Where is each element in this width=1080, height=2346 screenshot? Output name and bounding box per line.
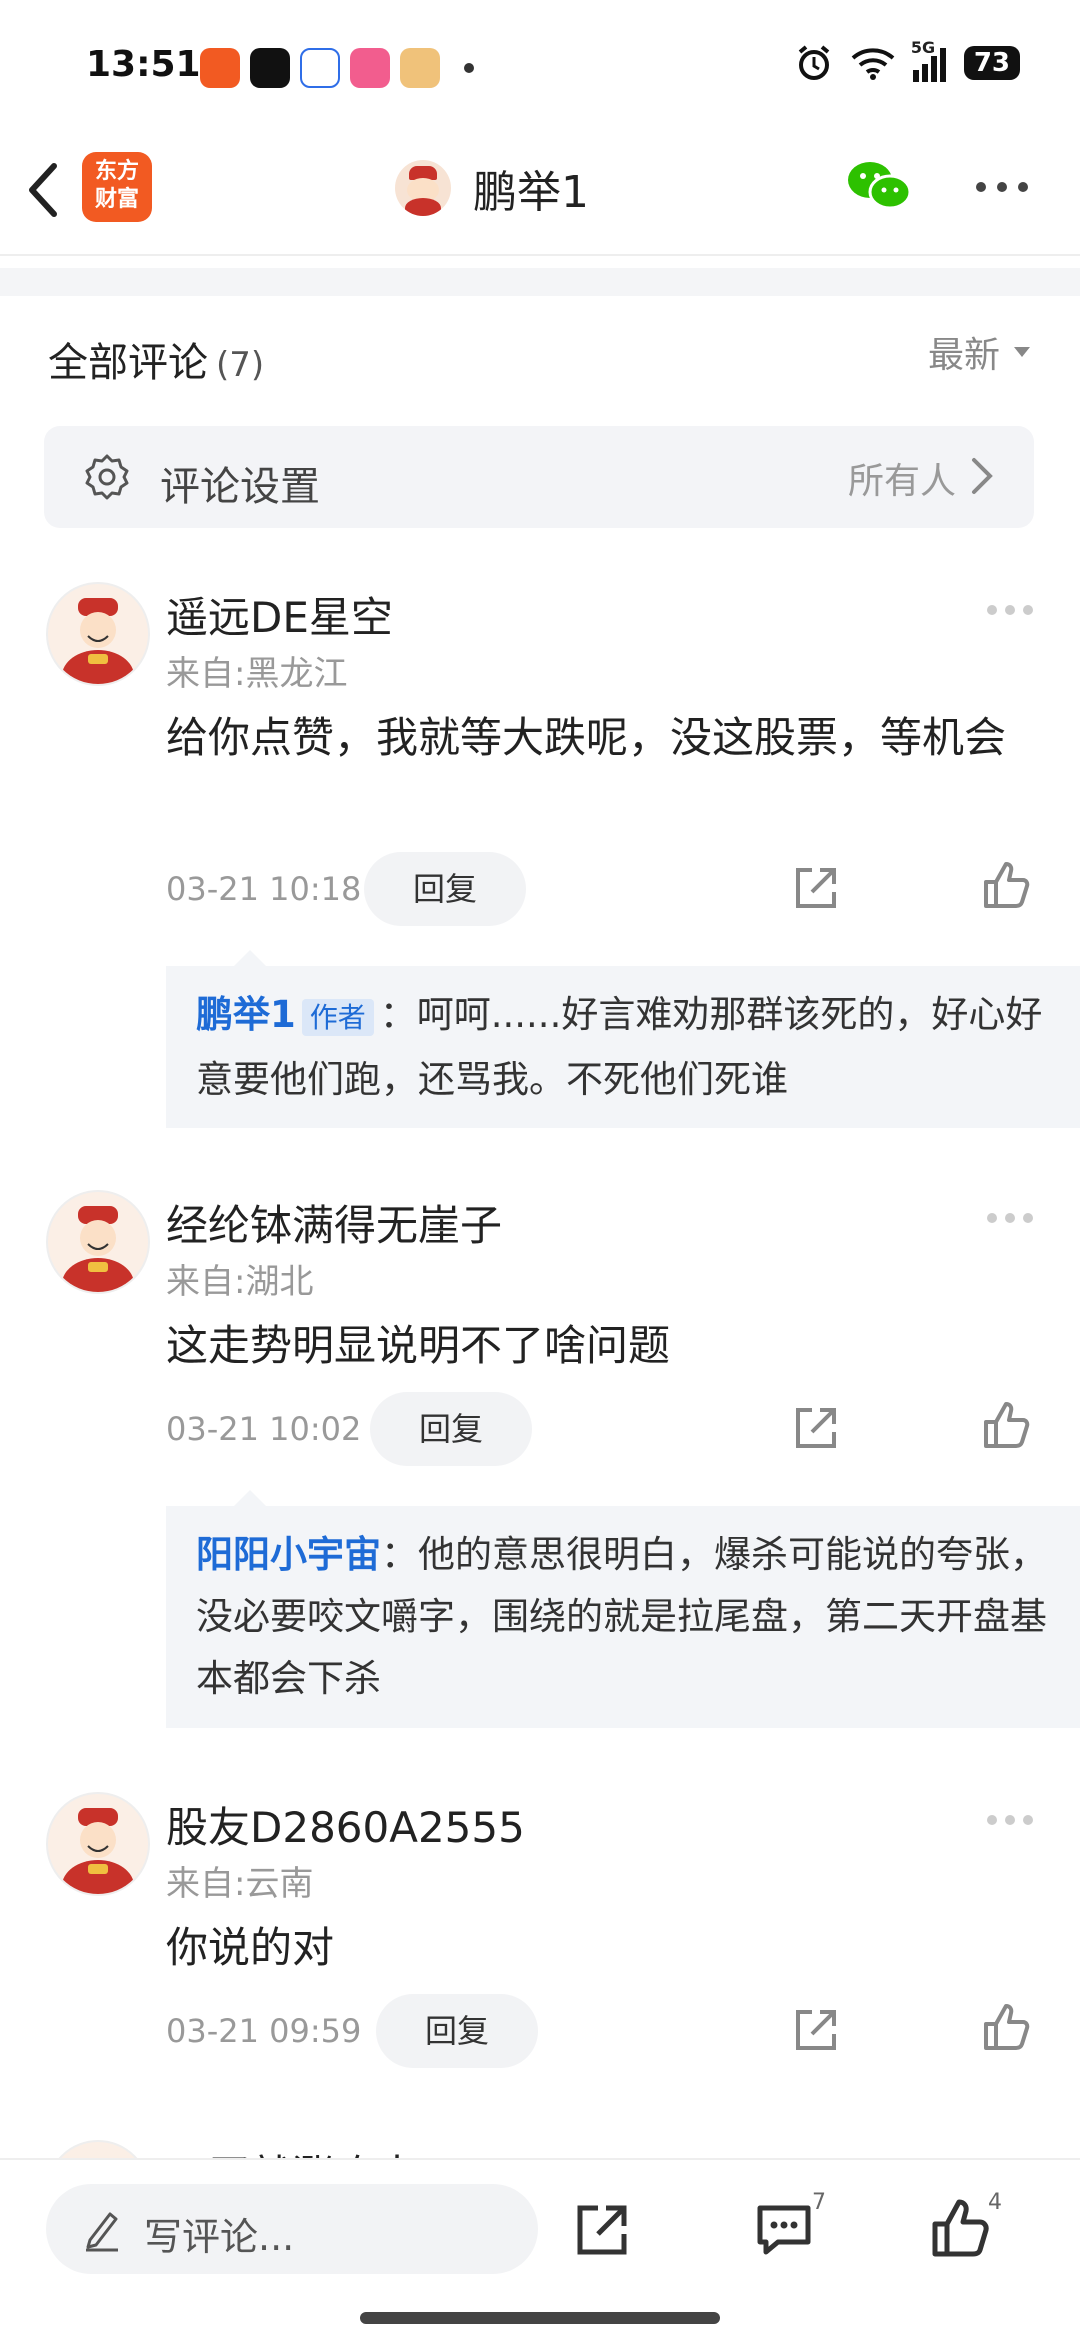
app-logo[interactable]: 东方 财富 <box>82 152 152 222</box>
god-of-wealth-avatar <box>62 1808 134 1894</box>
comment-more-icon[interactable] <box>986 604 1034 616</box>
comment-author-name[interactable]: 遥远DE星空 <box>166 584 393 645</box>
system-status: 5G 73 <box>795 38 1020 82</box>
signal-icon: 5G <box>911 38 946 82</box>
network-label: 5G <box>910 38 936 57</box>
sub-reply[interactable]: 鹏举1 作者 ：呵呵......好言难劝那群该死的，好心好意要他们跑，还骂我。不死他… <box>166 966 1080 1128</box>
alarm-icon <box>798 45 830 80</box>
back-arrow-icon[interactable] <box>22 160 62 220</box>
more-options-icon[interactable] <box>974 180 1030 194</box>
comments-title: 全部评论 <box>48 340 208 386</box>
comment-time: 03-21 10:02 <box>166 1410 362 1448</box>
section-divider <box>0 268 1080 296</box>
baidu-icon <box>300 48 340 88</box>
like-icon[interactable] <box>982 860 1030 910</box>
settings-label: 评论设置 <box>160 464 320 510</box>
reply-button[interactable]: 回复 <box>376 1994 538 2068</box>
write-comment-placeholder: 写评论... <box>144 2215 295 2259</box>
logo-line-2: 财富 <box>94 187 139 212</box>
home-indicator[interactable] <box>360 2312 720 2324</box>
comments-button[interactable] <box>754 2202 814 2262</box>
wifi-icon <box>851 48 895 80</box>
author-avatar <box>395 160 451 216</box>
sub-reply-author[interactable]: 鹏举1 <box>196 993 296 1036</box>
share-icon[interactable] <box>792 2006 840 2054</box>
sub-reply-pointer <box>234 1490 266 1506</box>
share-icon[interactable] <box>574 2202 630 2258</box>
logo-line-1: 东方 <box>94 159 139 184</box>
share-icon[interactable] <box>792 1404 840 1452</box>
comment-text: 这走势明显说明不了啥问题 <box>166 1321 671 1370</box>
like-icon[interactable] <box>982 2002 1030 2052</box>
app-icon-yellow <box>400 48 440 88</box>
comment-avatar[interactable] <box>46 1792 150 1896</box>
comment-time: 03-21 09:59 <box>166 2012 362 2050</box>
like-button[interactable] <box>930 2198 990 2262</box>
god-of-wealth-avatar <box>62 598 134 684</box>
sub-reply-pointer <box>234 950 266 966</box>
pencil-icon <box>86 2212 118 2252</box>
caret-down-icon <box>1014 347 1030 357</box>
header-title-group[interactable]: 鹏举1 <box>395 156 589 220</box>
comment-count-badge: 7 <box>812 2190 826 2215</box>
chevron-right-icon <box>972 458 993 494</box>
comment-time: 03-21 10:18 <box>166 870 362 908</box>
app-icon-orange <box>200 48 240 88</box>
battery-indicator: 73 <box>963 46 1020 80</box>
like-icon[interactable] <box>982 1400 1030 1450</box>
reply-button[interactable]: 回复 <box>364 852 526 926</box>
comment-avatar[interactable] <box>46 582 150 686</box>
status-time: 13:51 <box>86 44 201 85</box>
comment-location: 来自:黑龙江 <box>166 654 348 694</box>
more-notifications-dot <box>464 63 474 73</box>
page-title: 鹏举1 <box>473 167 589 218</box>
comments-count: (7) <box>216 345 265 385</box>
comment-author-name[interactable]: 经纶钵满得无崖子 <box>166 1192 502 1253</box>
comment-text: 给你点赞，我就等大跌呢，没这股票，等机会 <box>166 713 1007 762</box>
thumbs-up-icon <box>932 2199 989 2257</box>
comment-avatar[interactable] <box>46 1190 150 1294</box>
like-count-badge: 4 <box>988 2190 1002 2215</box>
tiktok-icon <box>250 48 290 88</box>
comment-more-icon[interactable] <box>986 1212 1034 1224</box>
comment-more-icon[interactable] <box>986 1814 1034 1826</box>
bilibili-icon <box>350 48 390 88</box>
sub-reply[interactable]: 阳阳小宇宙：他的意思很明白，爆杀可能说的夸张，没必要咬文嚼字，围绕的就是拉尾盘，… <box>166 1506 1080 1728</box>
comments-heading: 全部评论 (7) <box>48 330 264 388</box>
settings-value: 所有人 <box>847 461 956 502</box>
sort-label: 最新 <box>927 335 1000 376</box>
comment-text: 你说的对 <box>166 1923 335 1972</box>
wechat-share-icon[interactable] <box>846 158 912 214</box>
sort-dropdown[interactable]: 最新 <box>928 326 1032 378</box>
comment-author-name[interactable]: 股友D2860A2555 <box>166 1794 525 1855</box>
share-icon[interactable] <box>792 864 840 912</box>
sub-reply-author[interactable]: 阳阳小宇宙 <box>196 1533 381 1576</box>
comment-location: 来自:湖北 <box>166 1262 314 1302</box>
gear-icon <box>85 454 129 500</box>
reply-button[interactable]: 回复 <box>370 1392 532 1466</box>
god-of-wealth-avatar <box>62 1206 134 1292</box>
author-tag: 作者 <box>301 999 374 1036</box>
comment-bubble-icon <box>757 2205 811 2255</box>
notification-icons <box>200 48 474 88</box>
comment-location: 来自:云南 <box>166 1864 314 1904</box>
